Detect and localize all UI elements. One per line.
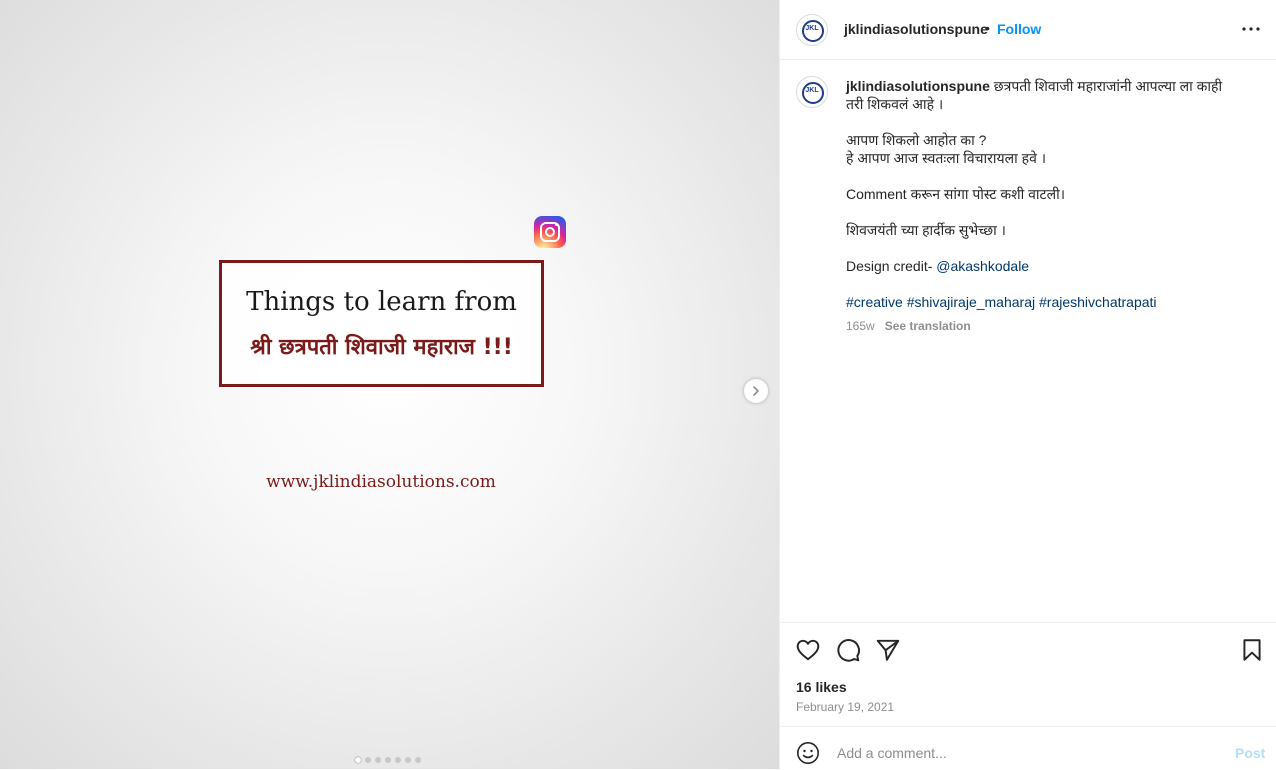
hashtag-link[interactable]: #rajeshivchatrapati [1039,294,1157,310]
post-caption: jklindiasolutionspune छत्रपती शिवाजी महा… [846,77,1236,335]
caption-text-2: आपण शिकलो आहोत का ? [846,132,987,148]
carousel-indicator [355,757,421,763]
carousel-dot [375,757,381,763]
follow-button[interactable]: Follow [997,21,1041,37]
caption-text-3: हे आपण आज स्वतःला विचारायला हवे । [846,150,1047,166]
like-button[interactable] [795,637,821,663]
comment-input[interactable] [835,741,1219,765]
share-button[interactable] [875,637,901,663]
save-button[interactable] [1239,637,1265,663]
hashtag-link[interactable]: #shivajiraje_maharaj [907,294,1035,310]
media-title-line1: Things to learn from [246,287,517,317]
likes-count[interactable]: 16 likes [796,679,847,695]
post-header: JKL jklindiasolutionspune • Follow [780,0,1276,60]
post-comment-button[interactable]: Post [1235,745,1265,761]
more-options-button[interactable] [1239,20,1263,38]
post-age[interactable]: 165w [846,319,875,333]
post-media: Things to learn from श्री छत्रपती शिवाजी… [0,0,779,769]
smiley-icon [797,742,819,764]
heart-icon [796,639,820,661]
comment-bar: Post [780,726,1276,770]
bookmark-icon [1243,639,1261,661]
see-translation-button[interactable]: See translation [885,319,971,333]
more-horizontal-icon [1242,27,1260,31]
header-username[interactable]: jklindiasolutionspune [844,21,988,37]
emoji-button[interactable] [796,741,820,765]
send-icon [876,639,900,661]
chevron-right-icon [753,386,759,396]
media-title-line2: श्री छत्रपती शिवाजी महाराज !!! [250,335,513,360]
carousel-dot [405,757,411,763]
carousel-dot [415,757,421,763]
next-slide-button[interactable] [743,378,769,404]
caption-text-5: शिवजयंती च्या हार्दीक सुभेच्छा । [846,222,1006,238]
carousel-dot [385,757,391,763]
post-details-panel: JKL jklindiasolutionspune • Follow JKL j… [779,0,1276,769]
instagram-logo-icon [534,216,566,248]
carousel-dot [395,757,401,763]
hashtag-link[interactable]: #creative [846,294,903,310]
avatar[interactable]: JKL [796,14,828,46]
comment-icon [837,639,860,662]
caption-meta: 165w See translation [846,317,1236,335]
caption-text-4: Comment करून सांगा पोस्ट कशी वाटली। [846,186,1065,202]
caption-avatar[interactable]: JKL [796,76,828,108]
media-website: www.jklindiasolutions.com [266,472,496,492]
post-date[interactable]: February 19, 2021 [796,700,894,714]
title-frame: Things to learn from श्री छत्रपती शिवाजी… [219,260,544,387]
caption-username[interactable]: jklindiasolutionspune [846,78,990,94]
credit-mention-link[interactable]: @akashkodale [936,258,1029,274]
post-actions: 16 likes February 19, 2021 [780,622,1276,727]
carousel-dot [355,757,361,763]
header-separator: • [985,20,990,36]
credit-prefix: Design credit- [846,258,937,274]
comment-button[interactable] [835,637,861,663]
carousel-dot [365,757,371,763]
